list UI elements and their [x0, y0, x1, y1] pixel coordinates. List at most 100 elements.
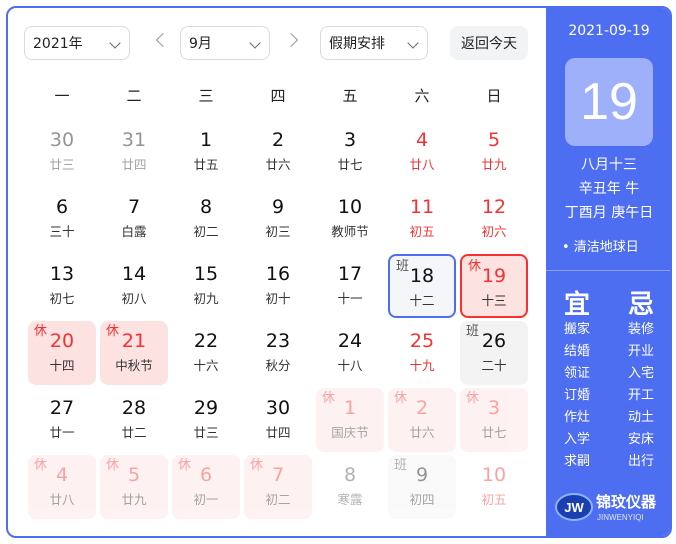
- day-cell[interactable]: 4 廿八: [388, 120, 456, 184]
- day-cell[interactable]: 休 6 初一: [172, 455, 240, 519]
- ji-item: 入宅: [627, 366, 654, 381]
- day-cell[interactable]: 2 廿六: [244, 120, 312, 184]
- day-cell[interactable]: 31 廿四: [100, 120, 168, 184]
- lunar-day: 廿九: [121, 492, 147, 507]
- lunar-day: 国庆节: [331, 425, 369, 440]
- day-cell[interactable]: 28 廿二: [100, 388, 168, 452]
- day-cell[interactable]: 休 7 初二: [244, 455, 312, 519]
- day-detail-panel: 2021-09-19 19 八月十三 辛丑年 牛 丁酉月 庚午日 • 清洁地球日…: [546, 8, 670, 536]
- day-number: 8: [199, 196, 213, 218]
- day-number: 7: [271, 464, 285, 486]
- chevron-right-icon[interactable]: [283, 32, 299, 48]
- day-cell[interactable]: 10 初五: [460, 455, 528, 519]
- back-to-today-button[interactable]: 返回今天: [450, 26, 528, 60]
- day-cell[interactable]: 16 初十: [244, 254, 312, 318]
- day-cell[interactable]: 22 十六: [172, 321, 240, 385]
- day-cell[interactable]: 休 1 国庆节: [316, 388, 384, 452]
- day-number: 7: [127, 196, 141, 218]
- day-cell[interactable]: 29 廿三: [172, 388, 240, 452]
- month-day-ganzhi: 丁酉月 庚午日: [564, 205, 654, 221]
- day-cell[interactable]: 休 3 廿七: [460, 388, 528, 452]
- day-cell[interactable]: 25 十九: [388, 321, 456, 385]
- day-number: 13: [49, 263, 75, 285]
- weekday-label: 四: [270, 87, 286, 105]
- lunar-day: 廿四: [121, 157, 147, 172]
- day-cell[interactable]: 27 廿一: [28, 388, 96, 452]
- day-number: 21: [121, 330, 147, 352]
- lunar-day: 秋分: [265, 358, 291, 373]
- holiday-select[interactable]: 假期安排: [320, 26, 428, 60]
- day-cell[interactable]: 班 26 二十: [460, 321, 528, 385]
- day-number: 9: [271, 196, 285, 218]
- day-cell[interactable]: 13 初七: [28, 254, 96, 318]
- ji-item: 安床: [627, 432, 654, 447]
- ji-item: 动土: [627, 410, 654, 425]
- day-cell[interactable]: 班 18 十二: [388, 254, 456, 318]
- lunar-day: 白露: [121, 224, 147, 239]
- day-number: 18: [409, 265, 435, 287]
- day-cell[interactable]: 17 十一: [316, 254, 384, 318]
- brand-logo: JW 锦玟仪器 JINWENYIQI: [554, 486, 668, 528]
- day-cell[interactable]: 1 廿五: [172, 120, 240, 184]
- day-number: 16: [265, 263, 291, 285]
- lunar-day: 廿八: [409, 157, 435, 172]
- month-select[interactable]: 9月: [180, 26, 270, 60]
- day-cell[interactable]: 30 廿四: [244, 388, 312, 452]
- day-number: 10: [337, 196, 363, 218]
- yi-item: 搬家: [563, 322, 590, 337]
- lunar-day: 廿三: [49, 157, 75, 172]
- day-cell[interactable]: 9 初三: [244, 187, 312, 251]
- day-cell[interactable]: 10 教师节: [316, 187, 384, 251]
- day-number: 4: [415, 129, 429, 151]
- ji-title: 忌: [627, 290, 654, 320]
- lunar-day: 廿七: [481, 425, 507, 440]
- year-select[interactable]: 2021年: [24, 26, 130, 60]
- day-number: 2: [271, 129, 285, 151]
- chevron-down-icon: [407, 37, 419, 49]
- lunar-day: 廿六: [409, 425, 435, 440]
- day-number: 30: [49, 129, 75, 151]
- day-cell[interactable]: 休 19 十三: [460, 254, 528, 318]
- day-cell[interactable]: 休 20 十四: [28, 321, 96, 385]
- day-number: 17: [337, 263, 363, 285]
- chevron-left-icon[interactable]: [155, 32, 171, 48]
- lunar-day: 十六: [193, 358, 219, 373]
- yi-item: 入学: [563, 432, 590, 447]
- day-cell[interactable]: 30 廿三: [28, 120, 96, 184]
- day-cell[interactable]: 24 十八: [316, 321, 384, 385]
- yi-item: 订婚: [563, 388, 590, 403]
- lunar-day: 十四: [49, 358, 75, 373]
- day-number: 14: [121, 263, 147, 285]
- day-cell[interactable]: 班 9 初四: [388, 455, 456, 519]
- day-cell[interactable]: 8 初二: [172, 187, 240, 251]
- day-cell[interactable]: 7 白露: [100, 187, 168, 251]
- day-cell[interactable]: 5 廿九: [460, 120, 528, 184]
- day-cell[interactable]: 休 2 廿六: [388, 388, 456, 452]
- day-number: 25: [409, 330, 435, 352]
- day-number: 9: [415, 464, 429, 486]
- lunar-day: 廿一: [49, 425, 75, 440]
- day-cell[interactable]: 11 初五: [388, 187, 456, 251]
- day-cell[interactable]: 15 初九: [172, 254, 240, 318]
- lunar-date: 八月十三: [581, 157, 637, 173]
- year-select-value: 2021年: [33, 36, 83, 52]
- chevron-down-icon: [109, 37, 121, 49]
- yi-item: 作灶: [563, 410, 590, 425]
- day-cell[interactable]: 6 三十: [28, 187, 96, 251]
- weekday-label: 二: [126, 87, 142, 105]
- lunar-day: 十二: [409, 293, 435, 308]
- day-number: 5: [127, 464, 141, 486]
- day-cell[interactable]: 休 4 廿八: [28, 455, 96, 519]
- day-cell[interactable]: 23 秋分: [244, 321, 312, 385]
- day-cell[interactable]: 14 初八: [100, 254, 168, 318]
- day-cell[interactable]: 休 5 廿九: [100, 455, 168, 519]
- lunar-day: 廿二: [121, 425, 147, 440]
- day-number: 31: [121, 129, 147, 151]
- day-cell[interactable]: 8 寒露: [316, 455, 384, 519]
- day-number: 10: [481, 464, 507, 486]
- weekday-label: 五: [342, 87, 358, 105]
- day-cell[interactable]: 休 21 中秋节: [100, 321, 168, 385]
- day-cell[interactable]: 3 廿七: [316, 120, 384, 184]
- day-cell[interactable]: 12 初六: [460, 187, 528, 251]
- day-number: 20: [49, 330, 75, 352]
